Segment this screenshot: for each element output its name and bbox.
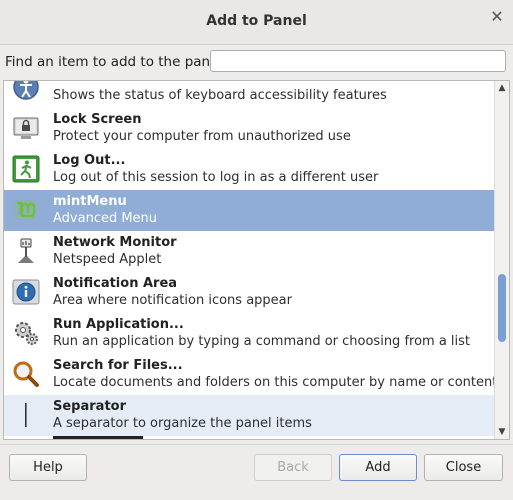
list-item[interactable]: Log Out... Log out of this session to lo… xyxy=(4,149,494,190)
item-name: Separator xyxy=(53,399,126,414)
lock-screen-icon xyxy=(13,117,39,139)
title-bar: Add to Panel ✕ xyxy=(0,0,513,45)
item-description: Protect your computer from unauthorized … xyxy=(53,129,351,144)
list-item[interactable] xyxy=(4,436,494,439)
scroll-down-arrow-icon[interactable]: ▼ xyxy=(495,425,509,439)
back-button[interactable]: Back xyxy=(254,454,332,481)
item-name: Notification Area xyxy=(53,276,178,291)
search-files-icon xyxy=(13,361,39,387)
notification-area-icon xyxy=(12,279,40,305)
item-description: Netspeed Applet xyxy=(53,252,162,267)
list-item[interactable]: Lock Screen Protect your computer from u… xyxy=(4,108,494,149)
partial-item-text xyxy=(53,436,143,439)
accessibility-icon xyxy=(13,81,39,100)
item-list-viewport: Shows the status of keyboard accessibili… xyxy=(4,81,494,439)
list-item[interactable]: Notification Area Area where notificatio… xyxy=(4,272,494,313)
list-item[interactable]: Search for Files... Locate documents and… xyxy=(4,354,494,395)
item-name: mintMenu xyxy=(53,194,127,209)
scrollbar[interactable]: ▲ ▼ xyxy=(494,81,509,439)
search-label: Find an item to add to the panel: xyxy=(5,54,227,70)
item-name: Network Monitor xyxy=(53,235,177,250)
item-description: Log out of this session to log in as a d… xyxy=(53,170,379,185)
scrollbar-thumb[interactable] xyxy=(498,274,506,342)
log-out-icon xyxy=(12,155,40,183)
item-name: Lock Screen xyxy=(53,112,142,127)
list-item-selected[interactable]: mintMenu Advanced Menu xyxy=(4,190,494,231)
run-application-icon xyxy=(15,322,38,345)
list-item[interactable]: Network Monitor Netspeed Applet xyxy=(4,231,494,272)
list-item[interactable]: Shows the status of keyboard accessibili… xyxy=(4,81,494,108)
item-description: Locate documents and folders on this com… xyxy=(53,375,494,390)
mint-menu-icon xyxy=(14,200,36,220)
list-item[interactable]: Separator A separator to organize the pa… xyxy=(4,395,494,436)
item-description: Area where notification icons appear xyxy=(53,293,292,308)
add-button[interactable]: Add xyxy=(339,454,417,481)
item-name: Run Application... xyxy=(53,317,184,332)
search-input[interactable] xyxy=(210,50,506,72)
close-icon[interactable]: ✕ xyxy=(489,9,505,25)
item-name: Log Out... xyxy=(53,153,126,168)
help-button[interactable]: Help xyxy=(9,454,87,481)
item-description: Shows the status of keyboard accessibili… xyxy=(53,88,387,103)
list-item[interactable]: Run Application... Run an application by… xyxy=(4,313,494,354)
dialog-title: Add to Panel xyxy=(206,13,307,29)
item-description: Advanced Menu xyxy=(53,211,158,226)
add-to-panel-dialog: Add to Panel ✕ Find an item to add to th… xyxy=(0,0,513,500)
item-description: Run an application by typing a command o… xyxy=(53,334,471,349)
item-name: Search for Files... xyxy=(53,358,183,373)
item-list: Shows the status of keyboard accessibili… xyxy=(3,80,510,440)
close-button[interactable]: Close xyxy=(424,454,503,481)
scroll-up-arrow-icon[interactable]: ▲ xyxy=(495,81,509,95)
divider xyxy=(0,444,513,445)
separator-icon xyxy=(25,403,27,427)
item-description: A separator to organize the panel items xyxy=(53,416,312,431)
network-monitor-icon xyxy=(18,238,34,263)
